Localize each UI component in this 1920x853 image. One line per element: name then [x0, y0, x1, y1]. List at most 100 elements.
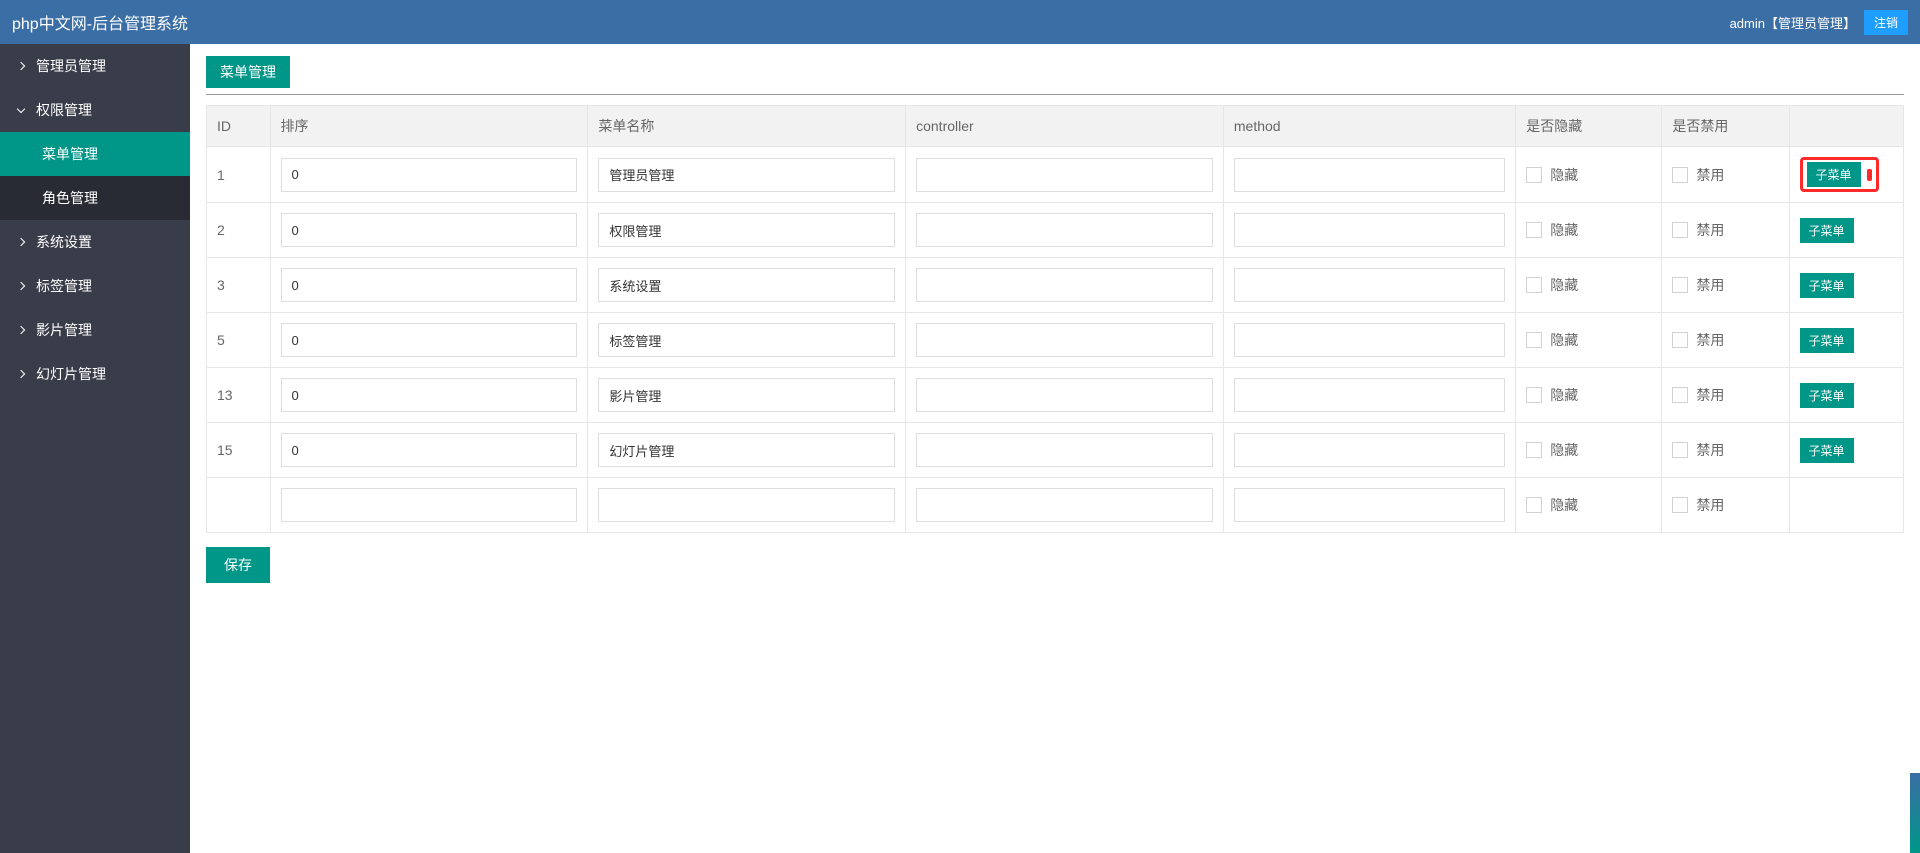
cell-name	[588, 203, 906, 258]
sidebar-item-5[interactable]: 标签管理	[0, 264, 190, 308]
table-row: 1隐藏禁用子菜单	[207, 147, 1904, 203]
sidebar-item-3[interactable]: 角色管理	[0, 176, 190, 220]
cell-sort	[270, 313, 588, 368]
scroll-indicator	[1910, 773, 1920, 853]
submenu-button[interactable]: 子菜单	[1800, 328, 1854, 353]
cell-controller	[906, 258, 1224, 313]
disable-label: 禁用	[1696, 385, 1724, 405]
hide-checkbox[interactable]	[1526, 222, 1542, 238]
cell-id: 13	[207, 368, 271, 423]
disable-checkbox[interactable]	[1672, 277, 1688, 293]
chevron-right-icon	[17, 282, 25, 290]
cell-disable: 禁用	[1662, 368, 1789, 423]
th-name: 菜单名称	[588, 106, 906, 147]
table-row: 隐藏禁用	[207, 478, 1904, 533]
cell-controller	[906, 368, 1224, 423]
hide-checkbox[interactable]	[1526, 332, 1542, 348]
hide-checkbox[interactable]	[1526, 387, 1542, 403]
hide-checkbox[interactable]	[1526, 277, 1542, 293]
submenu-button[interactable]: 子菜单	[1800, 273, 1854, 298]
cell-name	[588, 313, 906, 368]
th-sort: 排序	[270, 106, 588, 147]
cell-hide: 隐藏	[1516, 258, 1662, 313]
method-input[interactable]	[1234, 213, 1505, 247]
hide-label: 隐藏	[1550, 440, 1578, 460]
name-input[interactable]	[598, 488, 895, 522]
main-content: 菜单管理 ID 排序 菜单名称 controller method 是否隐藏 是…	[190, 44, 1920, 853]
name-input[interactable]	[598, 433, 895, 467]
name-input[interactable]	[598, 323, 895, 357]
controller-input[interactable]	[916, 158, 1213, 192]
sort-input[interactable]	[281, 323, 578, 357]
logout-button[interactable]: 注销	[1864, 10, 1908, 35]
submenu-button[interactable]: 子菜单	[1800, 218, 1854, 243]
cell-id: 1	[207, 147, 271, 203]
disable-checkbox[interactable]	[1672, 167, 1688, 183]
method-input[interactable]	[1234, 488, 1505, 522]
cell-name	[588, 423, 906, 478]
divider	[206, 94, 1904, 95]
sidebar-item-label: 管理员管理	[36, 56, 106, 76]
sort-input[interactable]	[281, 158, 578, 192]
sidebar-item-6[interactable]: 影片管理	[0, 308, 190, 352]
table-row: 2隐藏禁用子菜单	[207, 203, 1904, 258]
disable-checkbox[interactable]	[1672, 497, 1688, 513]
controller-input[interactable]	[916, 488, 1213, 522]
controller-input[interactable]	[916, 268, 1213, 302]
th-hide: 是否隐藏	[1516, 106, 1662, 147]
sidebar-item-4[interactable]: 系统设置	[0, 220, 190, 264]
controller-input[interactable]	[916, 213, 1213, 247]
sort-input[interactable]	[281, 488, 578, 522]
th-disable: 是否禁用	[1662, 106, 1789, 147]
table-row: 15隐藏禁用子菜单	[207, 423, 1904, 478]
submenu-button[interactable]: 子菜单	[1807, 162, 1861, 187]
cursor-icon	[1867, 169, 1872, 181]
sort-input[interactable]	[281, 268, 578, 302]
cell-sort	[270, 478, 588, 533]
method-input[interactable]	[1234, 378, 1505, 412]
cell-controller	[906, 147, 1224, 203]
controller-input[interactable]	[916, 378, 1213, 412]
method-input[interactable]	[1234, 323, 1505, 357]
header-right: admin【管理员管理】 注销	[1730, 10, 1908, 35]
disable-checkbox[interactable]	[1672, 222, 1688, 238]
th-method: method	[1223, 106, 1515, 147]
method-input[interactable]	[1234, 158, 1505, 192]
table-row: 13隐藏禁用子菜单	[207, 368, 1904, 423]
hide-checkbox[interactable]	[1526, 497, 1542, 513]
cell-id	[207, 478, 271, 533]
cell-action: 子菜单	[1789, 203, 1903, 258]
sidebar-item-7[interactable]: 幻灯片管理	[0, 352, 190, 396]
name-input[interactable]	[598, 378, 895, 412]
menu-table: ID 排序 菜单名称 controller method 是否隐藏 是否禁用 1…	[206, 105, 1904, 533]
header: php中文网-后台管理系统 admin【管理员管理】 注销	[0, 0, 1920, 44]
th-controller: controller	[906, 106, 1224, 147]
cell-sort	[270, 258, 588, 313]
user-label[interactable]: admin【管理员管理】	[1730, 13, 1856, 32]
sort-input[interactable]	[281, 213, 578, 247]
hide-checkbox[interactable]	[1526, 167, 1542, 183]
save-button[interactable]: 保存	[206, 547, 270, 583]
method-input[interactable]	[1234, 433, 1505, 467]
hide-checkbox[interactable]	[1526, 442, 1542, 458]
sort-input[interactable]	[281, 433, 578, 467]
sidebar-item-1[interactable]: 权限管理	[0, 88, 190, 132]
name-input[interactable]	[598, 213, 895, 247]
sidebar-item-0[interactable]: 管理员管理	[0, 44, 190, 88]
sidebar-item-label: 幻灯片管理	[36, 364, 106, 384]
method-input[interactable]	[1234, 268, 1505, 302]
submenu-button[interactable]: 子菜单	[1800, 383, 1854, 408]
controller-input[interactable]	[916, 323, 1213, 357]
disable-checkbox[interactable]	[1672, 387, 1688, 403]
name-input[interactable]	[598, 158, 895, 192]
sidebar-item-2[interactable]: 菜单管理	[0, 132, 190, 176]
disable-checkbox[interactable]	[1672, 442, 1688, 458]
sort-input[interactable]	[281, 378, 578, 412]
cell-hide: 隐藏	[1516, 423, 1662, 478]
submenu-button[interactable]: 子菜单	[1800, 438, 1854, 463]
name-input[interactable]	[598, 268, 895, 302]
page-title: 菜单管理	[206, 56, 290, 88]
controller-input[interactable]	[916, 433, 1213, 467]
cell-name	[588, 258, 906, 313]
disable-checkbox[interactable]	[1672, 332, 1688, 348]
